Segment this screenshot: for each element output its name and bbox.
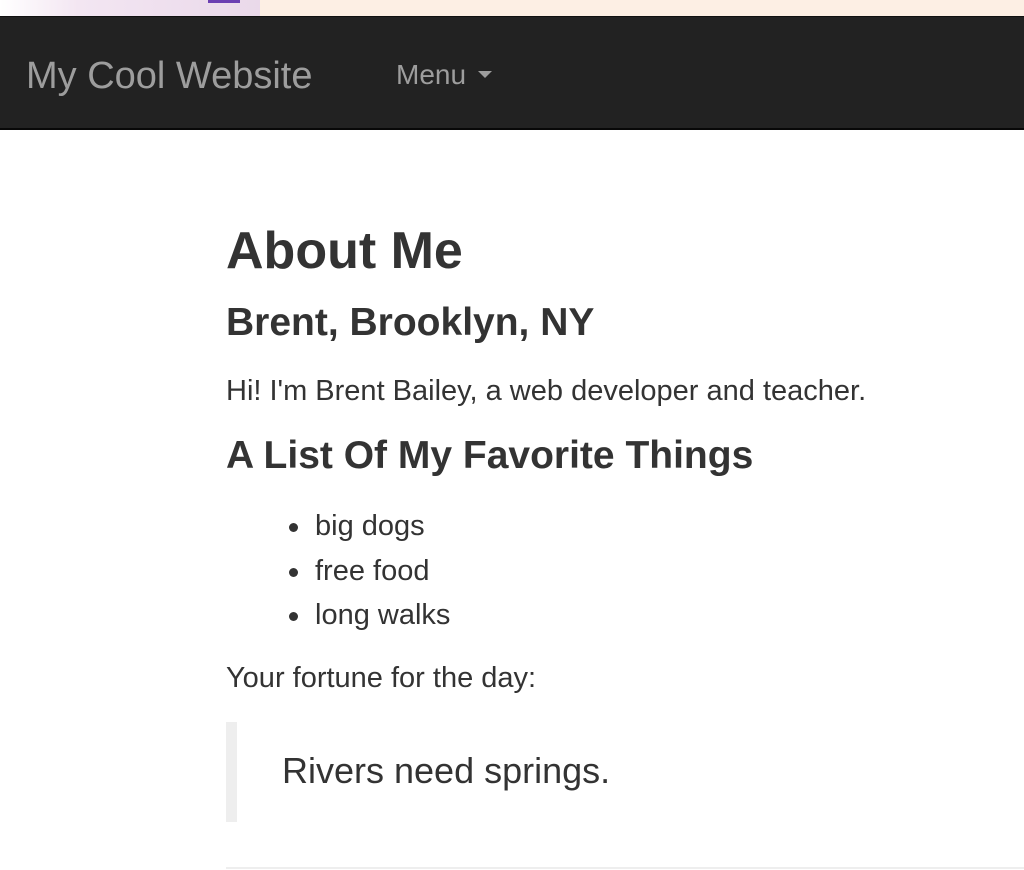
divider bbox=[226, 867, 1024, 869]
browser-top-strip bbox=[0, 0, 1024, 16]
list-item-label: long walks bbox=[315, 599, 451, 631]
bullet-icon bbox=[289, 523, 298, 532]
caret-down-icon bbox=[478, 71, 493, 78]
fortune-quote: Rivers need springs. bbox=[226, 722, 1024, 822]
list-item: big dogs bbox=[226, 504, 450, 549]
list-item: long walks bbox=[226, 593, 450, 638]
navbar-brand-link[interactable]: My Cool Website bbox=[26, 54, 313, 98]
bullet-icon bbox=[289, 612, 298, 621]
bullet-icon bbox=[289, 567, 298, 577]
navbar: My Cool Website Menu bbox=[0, 16, 1024, 130]
favorites-heading: A List Of My Favorite Things bbox=[226, 434, 754, 477]
fortune-text: Rivers need springs. bbox=[282, 750, 611, 791]
favorites-list: big dogs free food long walks bbox=[226, 504, 450, 638]
list-item-label: free food bbox=[315, 554, 430, 587]
page-subtitle: Brent, Brooklyn, NY bbox=[226, 301, 595, 344]
list-item: free food bbox=[226, 549, 450, 594]
intro-text: Hi! I'm Brent Bailey, a web developer an… bbox=[226, 375, 867, 407]
menu-label: Menu bbox=[396, 59, 467, 90]
menu-dropdown-toggle[interactable]: Menu bbox=[396, 58, 493, 92]
tab-indicator bbox=[208, 0, 240, 3]
page-title: About Me bbox=[226, 222, 463, 280]
list-item-label: big dogs bbox=[315, 510, 425, 542]
fortune-label: Your fortune for the day: bbox=[226, 662, 537, 694]
